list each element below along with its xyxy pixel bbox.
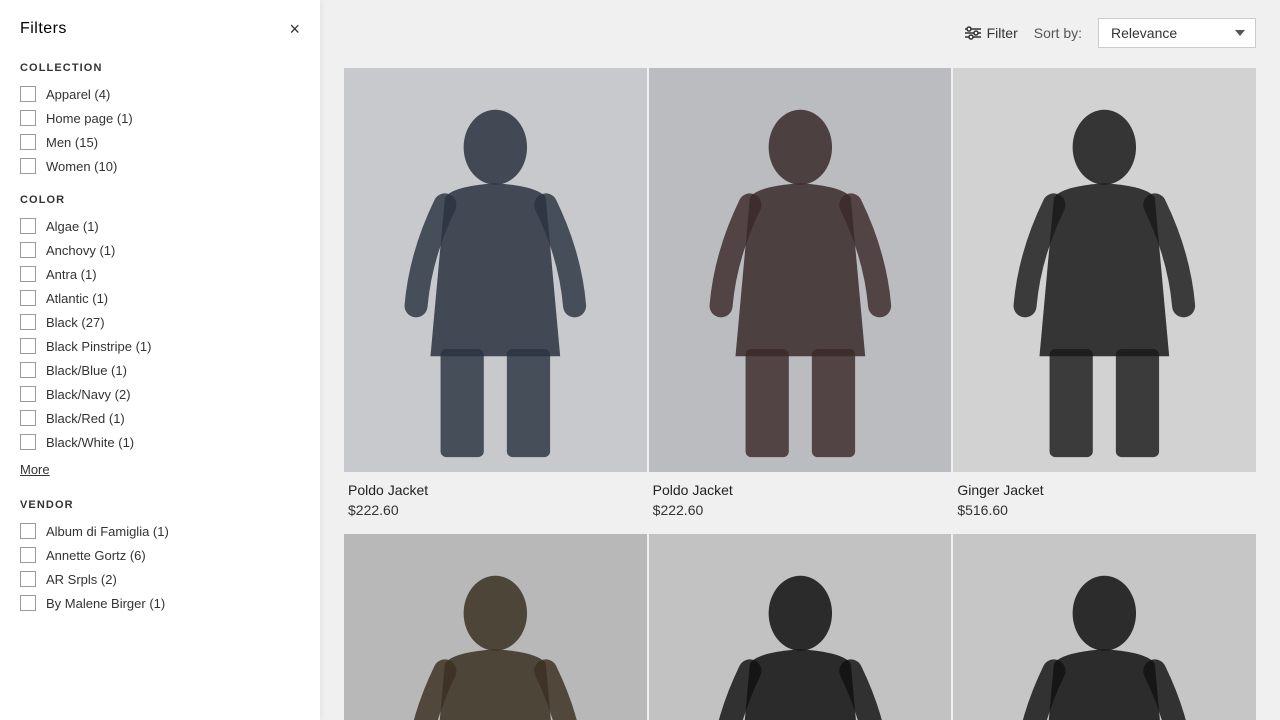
filter-item-label: Annette Gortz (6) <box>46 548 146 563</box>
sort-select[interactable]: RelevancePrice: Low to HighPrice: High t… <box>1098 18 1256 48</box>
product-image <box>649 534 952 720</box>
collection-section: COLLECTION Apparel (4) Home page (1) Men… <box>20 62 300 174</box>
product-price: $222.60 <box>653 502 948 518</box>
filter-item-label: Black/Blue (1) <box>46 363 127 378</box>
filter-item[interactable]: By Malene Birger (1) <box>20 595 300 611</box>
product-image <box>953 534 1256 720</box>
filter-item[interactable]: Album di Famiglia (1) <box>20 523 300 539</box>
filter-checkbox[interactable] <box>20 134 36 150</box>
product-price: $222.60 <box>348 502 643 518</box>
filter-item-label: Women (10) <box>46 159 117 174</box>
filter-checkbox[interactable] <box>20 86 36 102</box>
filter-item-label: Black/Red (1) <box>46 411 125 426</box>
filter-item[interactable]: Black/Blue (1) <box>20 362 300 378</box>
filter-item[interactable]: Black/Red (1) <box>20 410 300 426</box>
filter-checkbox[interactable] <box>20 434 36 450</box>
color-section: COLOR Algae (1) Anchovy (1) Antra (1) At… <box>20 194 300 479</box>
filter-item-label: AR Srpls (2) <box>46 572 117 587</box>
product-name: Poldo Jacket <box>653 482 948 498</box>
filter-button[interactable]: Filter <box>965 25 1018 41</box>
filter-item-label: Home page (1) <box>46 111 133 126</box>
filter-item-label: Algae (1) <box>46 219 99 234</box>
sidebar: Filters × COLLECTION Apparel (4) Home pa… <box>0 0 320 720</box>
filter-item-label: Black/White (1) <box>46 435 134 450</box>
product-image <box>953 68 1256 472</box>
filter-item-label: Antra (1) <box>46 267 97 282</box>
product-image <box>649 68 952 472</box>
product-card[interactable]: Rustin Jacket $243.60 <box>649 534 952 720</box>
products-grid: Poldo Jacket $222.60 Poldo Jacket $222.6… <box>320 66 1280 720</box>
sidebar-header: Filters × <box>20 20 300 38</box>
vendor-items: Album di Famiglia (1) Annette Gortz (6) … <box>20 523 300 611</box>
filter-item-label: Men (15) <box>46 135 98 150</box>
filter-checkbox[interactable] <box>20 110 36 126</box>
color-items: Algae (1) Anchovy (1) Antra (1) Atlantic… <box>20 218 300 450</box>
filter-item[interactable]: Atlantic (1) <box>20 290 300 306</box>
filter-checkbox[interactable] <box>20 386 36 402</box>
top-bar: Filter Sort by: RelevancePrice: Low to H… <box>320 0 1280 66</box>
product-name: Ginger Jacket <box>957 482 1252 498</box>
filter-item[interactable]: Black/Navy (2) <box>20 386 300 402</box>
product-card[interactable]: Zipper Jacket $788.00 <box>344 534 647 720</box>
product-name: Poldo Jacket <box>348 482 643 498</box>
close-button[interactable]: × <box>289 20 300 38</box>
filter-item-label: Black/Navy (2) <box>46 387 131 402</box>
filter-checkbox[interactable] <box>20 595 36 611</box>
main-content: Filter Sort by: RelevancePrice: Low to H… <box>320 0 1280 720</box>
filter-item[interactable]: Black Pinstripe (1) <box>20 338 300 354</box>
filter-item[interactable]: Apparel (4) <box>20 86 300 102</box>
filter-checkbox[interactable] <box>20 338 36 354</box>
filter-item-label: Black (27) <box>46 315 105 330</box>
product-image <box>344 534 647 720</box>
filter-checkbox[interactable] <box>20 290 36 306</box>
filter-item[interactable]: Annette Gortz (6) <box>20 547 300 563</box>
filter-item-label: Anchovy (1) <box>46 243 115 258</box>
filter-checkbox[interactable] <box>20 362 36 378</box>
product-image <box>344 68 647 472</box>
filter-item[interactable]: Home page (1) <box>20 110 300 126</box>
filter-item-label: Album di Famiglia (1) <box>46 524 169 539</box>
filter-checkbox[interactable] <box>20 242 36 258</box>
filter-item[interactable]: Men (15) <box>20 134 300 150</box>
filter-label: Filter <box>987 25 1018 41</box>
vendor-section-title: VENDOR <box>20 499 300 511</box>
filter-item-label: Black Pinstripe (1) <box>46 339 151 354</box>
filter-checkbox[interactable] <box>20 314 36 330</box>
filter-checkbox[interactable] <box>20 266 36 282</box>
product-info: Poldo Jacket $222.60 <box>649 472 952 532</box>
filter-item[interactable]: Women (10) <box>20 158 300 174</box>
product-info: Poldo Jacket $222.60 <box>344 472 647 532</box>
filter-checkbox[interactable] <box>20 410 36 426</box>
filter-item[interactable]: Black (27) <box>20 314 300 330</box>
filter-item[interactable]: AR Srpls (2) <box>20 571 300 587</box>
filter-item[interactable]: Anchovy (1) <box>20 242 300 258</box>
product-card[interactable]: Ginger Jacket $516.60 <box>953 68 1256 532</box>
product-card[interactable]: Poldo Jacket $222.60 <box>649 68 952 532</box>
filter-item[interactable]: Antra (1) <box>20 266 300 282</box>
collection-items: Apparel (4) Home page (1) Men (15) Women… <box>20 86 300 174</box>
color-more-link[interactable]: More <box>20 462 50 477</box>
vendor-section: VENDOR Album di Famiglia (1) Annette Gor… <box>20 499 300 611</box>
product-info: Ginger Jacket $516.60 <box>953 472 1256 532</box>
filter-item[interactable]: Algae (1) <box>20 218 300 234</box>
product-card[interactable]: Rumor Jacket $229.60 <box>953 534 1256 720</box>
collection-section-title: COLLECTION <box>20 62 300 74</box>
sidebar-title: Filters <box>20 20 67 38</box>
filter-item-label: Atlantic (1) <box>46 291 108 306</box>
filter-checkbox[interactable] <box>20 218 36 234</box>
filter-checkbox[interactable] <box>20 547 36 563</box>
filter-checkbox[interactable] <box>20 523 36 539</box>
filter-checkbox[interactable] <box>20 158 36 174</box>
product-price: $516.60 <box>957 502 1252 518</box>
filter-checkbox[interactable] <box>20 571 36 587</box>
filter-icon <box>965 26 981 40</box>
color-section-title: COLOR <box>20 194 300 206</box>
product-card[interactable]: Poldo Jacket $222.60 <box>344 68 647 532</box>
filter-item[interactable]: Black/White (1) <box>20 434 300 450</box>
filter-item-label: By Malene Birger (1) <box>46 596 165 611</box>
filter-item-label: Apparel (4) <box>46 87 110 102</box>
sort-by-label: Sort by: <box>1034 25 1082 41</box>
